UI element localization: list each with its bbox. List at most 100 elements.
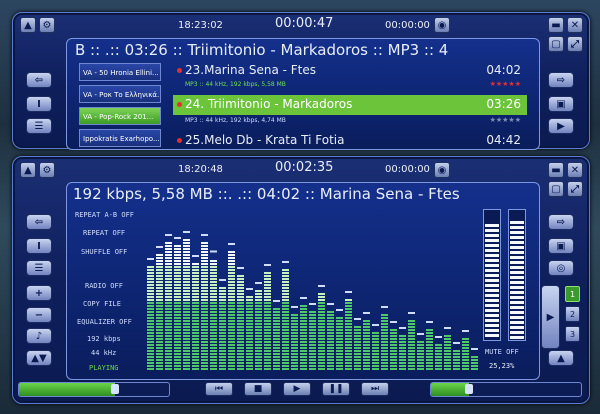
scroll-button[interactable]: ▲▼ xyxy=(26,350,52,366)
repeat-status[interactable]: REPEAT OFF xyxy=(83,229,125,237)
eject-icon[interactable]: ▲ xyxy=(20,162,36,178)
copy-file-status[interactable]: COPY FILE xyxy=(83,300,121,308)
forward-button[interactable]: ⇨ xyxy=(548,72,574,88)
spectrum-bar xyxy=(444,335,451,370)
playing-dot-icon xyxy=(177,102,182,107)
restore-icon[interactable]: ⤢ xyxy=(567,36,583,52)
spectrum-peak xyxy=(363,312,370,314)
spectrum-peak xyxy=(426,321,433,323)
spectrum-peak xyxy=(246,288,253,290)
top-remaining-time: 00:00:00 xyxy=(385,20,430,31)
save-button[interactable]: ▣ xyxy=(548,96,574,112)
spectrum-peak xyxy=(435,336,442,338)
track-row-selected[interactable]: 24. Triimitonio - Markadoros 03:26 MP3 :… xyxy=(173,95,527,127)
settings-icon[interactable]: ⚙ xyxy=(39,162,55,178)
spectrum-bar xyxy=(354,326,361,370)
track-row[interactable]: 23.Marina Sena - Ftes 04:02 MP3 :: 44 kH… xyxy=(173,61,527,93)
spectrum-bar xyxy=(372,332,379,370)
spectrum-peak xyxy=(354,318,361,320)
playlist-item-selected[interactable]: VA - Pop-Rock 201... xyxy=(79,107,161,125)
track-rating[interactable]: ★★★★★ xyxy=(490,116,521,124)
forward-button[interactable]: ⇨ xyxy=(548,214,574,230)
spectrum-peak xyxy=(147,258,154,260)
radio-status[interactable]: RADIO OFF xyxy=(85,282,123,290)
close-icon[interactable]: ✕ xyxy=(567,162,583,178)
bitrate-label: 192 kbps xyxy=(87,335,121,343)
track-duration: 04:02 xyxy=(486,63,521,77)
spectrum-peak xyxy=(345,291,352,293)
play-button[interactable]: ▶ xyxy=(283,382,311,396)
spectrum-bar xyxy=(318,293,325,370)
top-elapsed-time: 00:00:47 xyxy=(275,16,334,31)
channel-button[interactable]: 1 xyxy=(565,286,580,302)
spectrum-peak xyxy=(318,285,325,287)
previous-button[interactable]: ⏮ xyxy=(205,382,233,396)
track-rating[interactable]: ★★★★★ xyxy=(490,80,521,88)
volume-down-button[interactable]: − xyxy=(26,307,52,323)
playlist-item[interactable]: VA - 50 Hronia Ellini... xyxy=(79,63,161,81)
disc-button[interactable]: ◎ xyxy=(548,260,574,276)
volume-slider[interactable] xyxy=(430,382,582,397)
info-icon[interactable]: ◉ xyxy=(434,17,450,33)
eject-icon[interactable]: ▲ xyxy=(20,17,36,33)
spectrum-bar xyxy=(282,269,289,370)
seek-bar[interactable] xyxy=(18,382,170,397)
info-icon[interactable]: ◉ xyxy=(434,162,450,178)
spectrum-peak xyxy=(462,330,469,332)
spectrum-bar xyxy=(273,308,280,370)
up-button[interactable]: ▲ xyxy=(548,350,574,366)
stop-button[interactable]: ■ xyxy=(244,382,272,396)
bottom-clock: 18:20:48 xyxy=(178,164,223,175)
play-list-button[interactable]: ▶ xyxy=(548,118,574,134)
back-button[interactable]: ⇦ xyxy=(26,214,52,230)
back-button[interactable]: ⇦ xyxy=(26,72,52,88)
minimize-icon[interactable]: ▬ xyxy=(548,162,564,178)
playback-state-label: PLAYING xyxy=(89,364,119,372)
text-button[interactable]: I xyxy=(26,238,52,254)
playlist-item[interactable]: VA - Рок То Ελληνικά... xyxy=(79,85,161,103)
play-large-button[interactable]: ▶ xyxy=(541,285,560,349)
track-list: 23.Marina Sena - Ftes 04:02 MP3 :: 44 kH… xyxy=(173,61,527,149)
mute-button[interactable]: ♪ xyxy=(26,328,52,344)
spectrum-bar xyxy=(336,317,343,370)
channel-button[interactable]: 3 xyxy=(565,326,580,342)
spectrum-bar xyxy=(381,314,388,370)
volume-up-button[interactable]: + xyxy=(26,285,52,301)
list-button[interactable]: ☰ xyxy=(26,118,52,134)
equalizer-status[interactable]: EQUALIZER OFF xyxy=(77,318,132,326)
track-title: 24. Triimitonio - Markadoros xyxy=(185,97,353,111)
mute-status[interactable]: MUTE OFF xyxy=(485,348,519,356)
pause-button[interactable]: ❚❚ xyxy=(322,382,350,396)
spectrum-bar xyxy=(327,311,334,370)
spectrum-bar xyxy=(345,299,352,370)
maximize-icon[interactable]: ▢ xyxy=(548,36,564,52)
repeat-ab-status[interactable]: REPEAT A-B OFF xyxy=(75,211,134,219)
maximize-icon[interactable]: ▢ xyxy=(548,181,564,197)
text-button[interactable]: I xyxy=(26,96,52,112)
spectrum-peak xyxy=(399,327,406,329)
spectrum-peak xyxy=(237,267,244,269)
minimize-icon[interactable]: ▬ xyxy=(548,17,564,33)
track-info: MP3 :: 44 kHz, 192 kbps, 4,74 MB xyxy=(185,117,286,124)
next-button[interactable]: ⏭ xyxy=(361,382,389,396)
top-marquee: B :: .:: 03:26 :: Triimitonio - Markador… xyxy=(75,41,449,59)
spectrum-bar xyxy=(201,242,208,370)
spectrum-peak xyxy=(417,333,424,335)
restore-icon[interactable]: ⤢ xyxy=(567,181,583,197)
bottom-remaining-time: 00:00:00 xyxy=(385,164,430,175)
spectrum-bar xyxy=(471,356,478,370)
shuffle-status[interactable]: SHUFFLE OFF xyxy=(81,248,127,256)
settings-icon[interactable]: ⚙ xyxy=(39,17,55,33)
list-button[interactable]: ☰ xyxy=(26,260,52,276)
track-info: MP3 :: 44 kHz, 192 kbps, 5,58 MB xyxy=(185,81,286,88)
spectrum-peak xyxy=(408,312,415,314)
spectrum-peak xyxy=(372,324,379,326)
save-button[interactable]: ▣ xyxy=(548,238,574,254)
spectrum-peak xyxy=(327,303,334,305)
spectrum-peak xyxy=(201,234,208,236)
close-icon[interactable]: ✕ xyxy=(567,17,583,33)
channel-button[interactable]: 2 xyxy=(565,306,580,322)
playlist-item[interactable]: Ippokratis Exarhopo... xyxy=(79,129,161,147)
track-row[interactable]: 25.Melo Db - Krata Ti Fotia 04:42 xyxy=(173,131,527,149)
playing-dot-icon xyxy=(177,68,182,73)
